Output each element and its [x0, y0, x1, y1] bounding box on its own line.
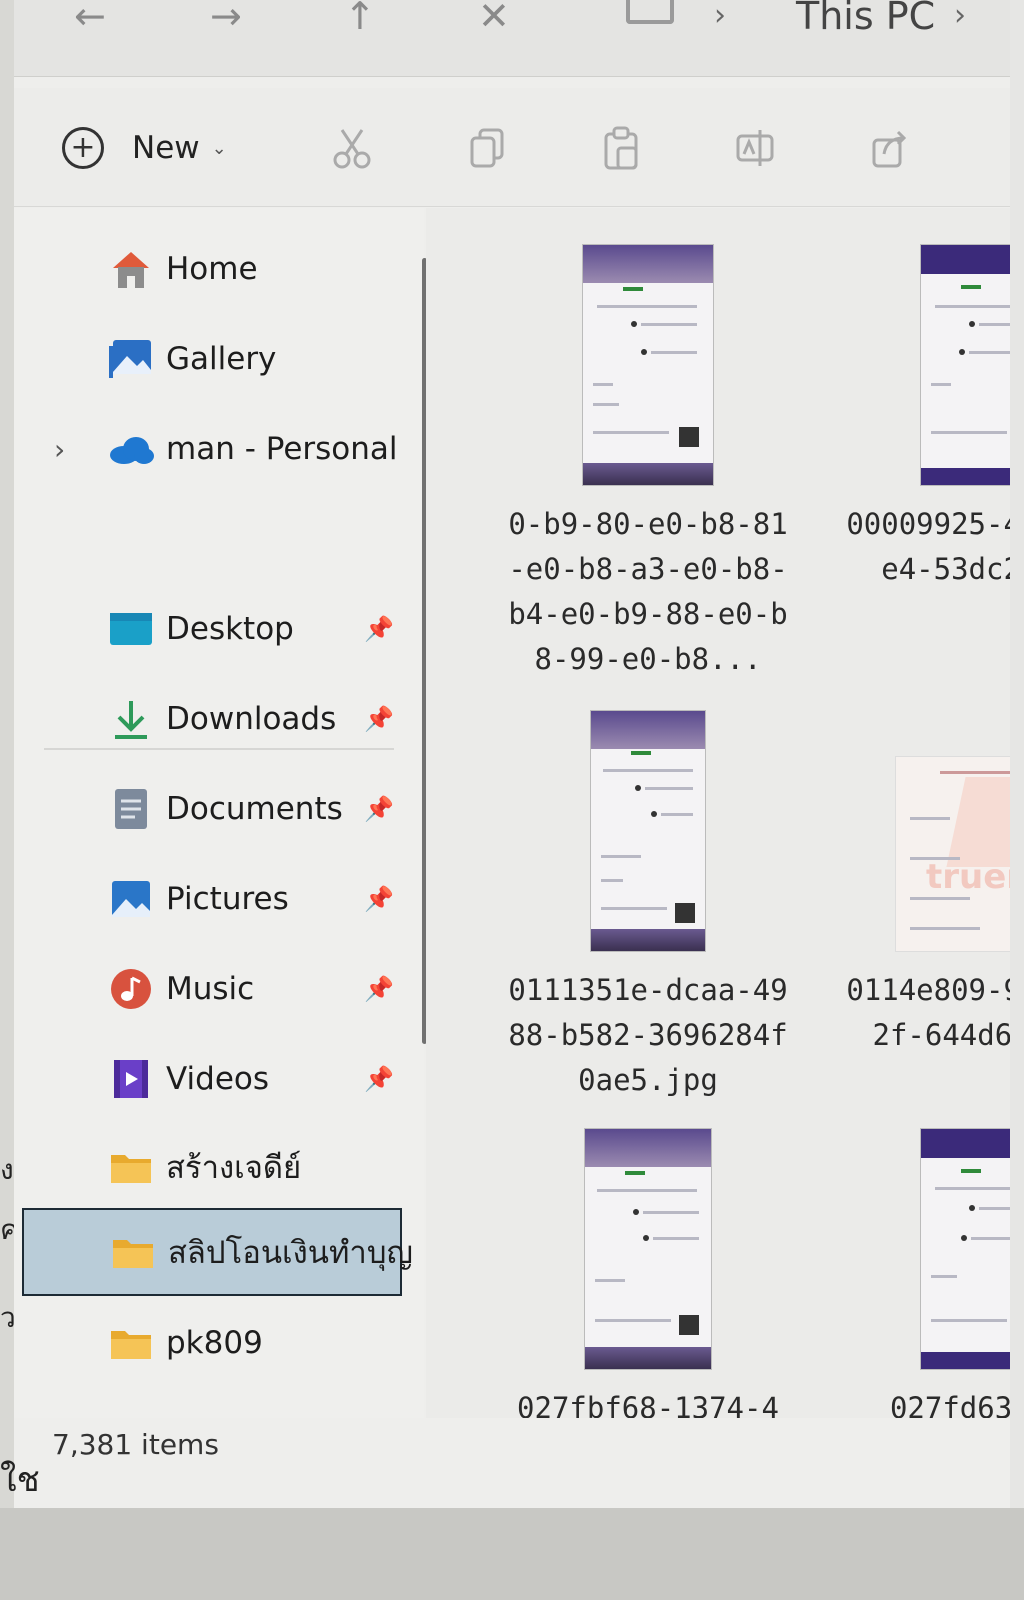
downloads-icon	[108, 696, 154, 742]
navigation-pane: Home Gallery › man - Personal Desktop 📌	[14, 208, 424, 1418]
sidebar-item-folder-selected[interactable]: สลิปโอนเงินทำบุญ	[22, 1208, 413, 1296]
background-surface	[0, 1508, 1024, 1600]
sidebar-item-music[interactable]: Music 📌	[14, 954, 414, 1024]
expand-chevron-icon[interactable]: ›	[54, 433, 65, 466]
chevron-down-icon: ⌄	[211, 137, 227, 159]
file-name: 00009925-4985-85e4-53dc2d1.j	[846, 507, 1024, 586]
background-text: ใช	[0, 1460, 40, 1500]
desktop-icon	[108, 606, 154, 652]
sidebar-item-pictures[interactable]: Pictures 📌	[14, 864, 414, 934]
plus-circle-icon: +	[62, 127, 104, 169]
close-path-button[interactable]: ✕	[478, 0, 510, 38]
pin-icon[interactable]: 📌	[364, 615, 394, 643]
sidebar-item-label: pk809	[166, 1325, 263, 1361]
sidebar-item-label: Pictures	[166, 881, 289, 917]
pin-icon[interactable]: 📌	[364, 1065, 394, 1093]
pin-icon[interactable]: 📌	[364, 975, 394, 1003]
paste-icon[interactable]	[602, 126, 642, 170]
image-thumbnail	[920, 1128, 1024, 1370]
pictures-icon	[108, 876, 154, 922]
address-bar: ← → ↑ ✕ › This PC ›	[14, 0, 1024, 77]
back-button[interactable]: ←	[74, 0, 106, 38]
folder-icon	[110, 1229, 156, 1275]
window-edge	[1010, 0, 1024, 1508]
pin-icon[interactable]: 📌	[364, 885, 394, 913]
sidebar-item-label: Music	[166, 971, 255, 1007]
image-thumbnail	[582, 244, 714, 486]
sidebar-item-label: Gallery	[166, 341, 277, 377]
sidebar-item-label: Desktop	[166, 611, 294, 647]
new-button[interactable]: + New ⌄	[62, 124, 227, 172]
file-item[interactable]: 027fbf68-1374-4	[508, 1128, 788, 1418]
file-item[interactable]: 0111351e-dcaa-4988-b582-3696284f0ae5.jpg	[508, 710, 788, 1103]
status-bar-item-count: 7,381 items	[52, 1428, 219, 1461]
sidebar-item-downloads[interactable]: Downloads 📌	[14, 684, 414, 754]
this-pc-icon	[626, 0, 674, 24]
image-thumbnail	[590, 710, 706, 952]
documents-icon	[108, 786, 154, 832]
breadcrumb-this-pc[interactable]: This PC	[796, 0, 935, 38]
sidebar-item-label: man - Personal	[166, 431, 398, 467]
breadcrumb-separator[interactable]: ›	[954, 0, 966, 33]
file-item[interactable]: 0-b9-80-e0-b8-81-e0-b8-a3-e0-b8-b4-e0-b9…	[508, 244, 788, 682]
sidebar-item-label: Home	[166, 251, 258, 287]
file-name: 027fbf68-1374-4	[517, 1391, 779, 1418]
folder-icon	[108, 1320, 154, 1366]
sidebar-item-label: Videos	[166, 1061, 270, 1097]
rename-icon[interactable]	[736, 126, 776, 170]
background-window-edge	[0, 0, 15, 1510]
file-name: 0114e809-9c0f-ba2f-644d60b.jp	[846, 973, 1024, 1052]
image-thumbnail	[584, 1128, 712, 1370]
pin-icon[interactable]: 📌	[364, 795, 394, 823]
file-item[interactable]: 027fd63a-a8	[846, 1128, 1024, 1418]
file-explorer-window: ← → ↑ ✕ › This PC › + New ⌄ Home Gallery…	[14, 0, 1024, 1508]
share-icon[interactable]	[870, 126, 910, 170]
sidebar-item-home[interactable]: Home	[14, 234, 414, 304]
sidebar-item-gallery[interactable]: Gallery	[14, 324, 414, 394]
up-button[interactable]: ↑	[344, 0, 376, 38]
sidebar-item-onedrive[interactable]: › man - Personal	[14, 414, 414, 484]
sidebar-item-desktop[interactable]: Desktop 📌	[14, 594, 414, 664]
sidebar-item-documents[interactable]: Documents 📌	[14, 774, 414, 844]
breadcrumb-separator[interactable]: ›	[714, 0, 726, 33]
home-icon	[108, 246, 154, 292]
new-label: New	[132, 130, 200, 166]
file-name: 0111351e-dcaa-4988-b582-3696284f0ae5.jpg	[508, 973, 788, 1097]
file-item[interactable]: 00009925-4985-85e4-53dc2d1.j	[846, 244, 1024, 592]
image-thumbnail: truemoney wallet	[895, 756, 1024, 952]
gallery-icon	[108, 336, 154, 382]
music-icon	[108, 966, 154, 1012]
onedrive-cloud-icon	[108, 426, 154, 472]
background-text: ง	[0, 1153, 14, 1186]
file-list: 0-b9-80-e0-b8-81-e0-b8-a3-e0-b8-b4-e0-b9…	[426, 208, 1024, 1418]
sidebar-item-label: สร้างเจดีย์	[166, 1150, 302, 1186]
copy-icon[interactable]	[468, 126, 508, 170]
folder-icon	[108, 1144, 154, 1190]
videos-icon	[108, 1056, 154, 1102]
sidebar-item-label: Documents	[166, 791, 343, 827]
image-thumbnail	[920, 244, 1024, 486]
command-bar: + New ⌄	[14, 88, 1024, 207]
sidebar-item-label: สลิปโอนเงินทำบุญ	[168, 1235, 413, 1271]
sidebar-item-folder[interactable]: pk809	[14, 1308, 414, 1378]
sidebar-item-videos[interactable]: Videos 📌	[14, 1044, 414, 1114]
file-item[interactable]: truemoney wallet 0114e809-9c0f-ba2f-644d…	[846, 756, 1024, 1058]
file-name: 0-b9-80-e0-b8-81-e0-b8-a3-e0-b8-b4-e0-b9…	[508, 507, 788, 676]
forward-button[interactable]: →	[210, 0, 242, 38]
cut-icon[interactable]	[332, 126, 372, 170]
file-name: 027fd63a-a8	[889, 1391, 1024, 1418]
sidebar-item-label: Downloads	[166, 701, 337, 737]
pin-icon[interactable]: 📌	[364, 705, 394, 733]
sidebar-item-folder[interactable]: สร้างเจดีย์	[14, 1132, 414, 1202]
